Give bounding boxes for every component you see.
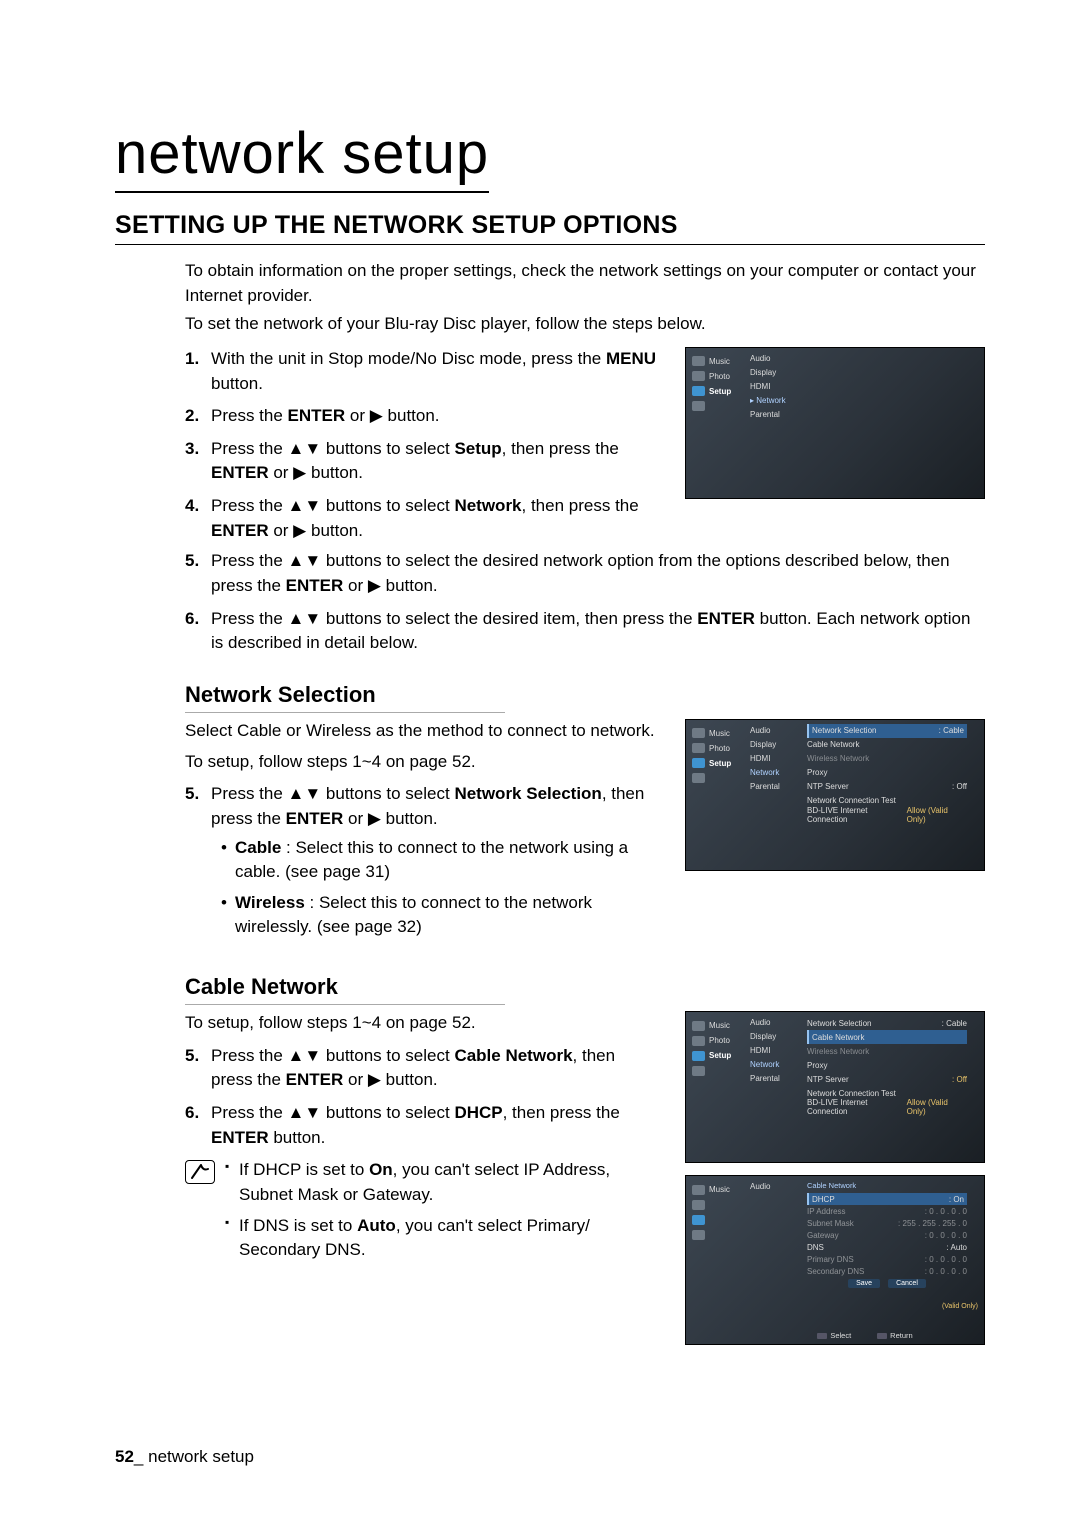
ns-paragraph-1: Select Cable or Wireless as the method t…	[185, 719, 657, 744]
intro-paragraph-2: To set the network of your Blu-ray Disc …	[185, 312, 985, 337]
steps-list-main-cont: 5.Press the ▲▼ buttons to select the des…	[185, 549, 985, 656]
page-title: network setup	[115, 120, 489, 193]
page-footer: 52_ network setup	[115, 1447, 985, 1467]
screenshot-dhcp-settings: Music Audio Cable Network DHCP: On IP Ad…	[685, 1175, 985, 1345]
screenshot-cable-network: Music Photo Setup Audio Display HDMI Net…	[685, 1011, 985, 1163]
ns-paragraph-2: To setup, follow steps 1~4 on page 52.	[185, 750, 657, 775]
cn-paragraph-1: To setup, follow steps 1~4 on page 52.	[185, 1011, 657, 1036]
intro-paragraph-1: To obtain information on the proper sett…	[185, 259, 985, 308]
screenshot-network-selection: Music Photo Setup Audio Display HDMI Net…	[685, 719, 985, 871]
steps-list-main: 1.With the unit in Stop mode/No Disc mod…	[185, 347, 657, 543]
note-icon	[185, 1160, 215, 1184]
dhcp-notes: If DHCP is set to On, you can't select I…	[225, 1158, 657, 1269]
subheading-network-selection: Network Selection	[185, 682, 505, 713]
section-title: SETTING UP THE NETWORK SETUP OPTIONS	[115, 211, 985, 245]
screenshot-setup-network: Music Photo Setup Audio Display HDMI ▸ N…	[685, 347, 985, 499]
subheading-cable-network: Cable Network	[185, 974, 505, 1005]
